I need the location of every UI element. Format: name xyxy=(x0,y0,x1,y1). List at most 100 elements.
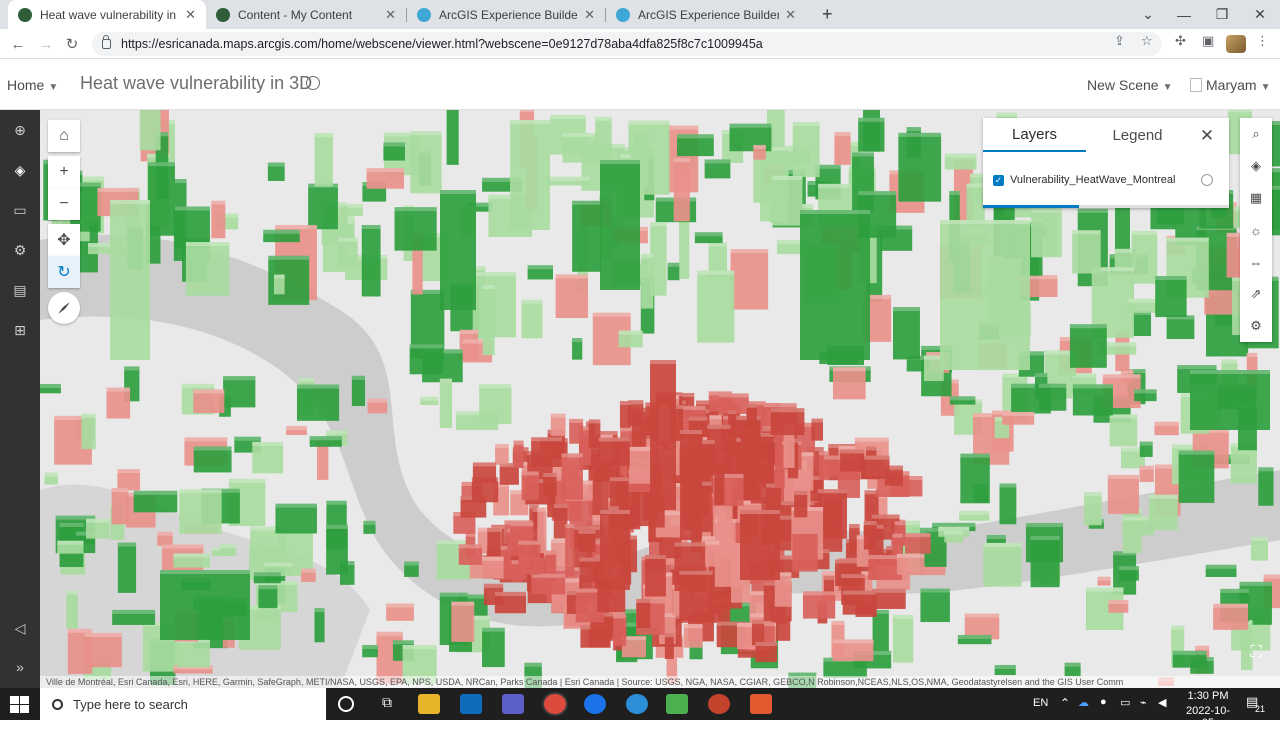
zoom-in-icon[interactable]: + xyxy=(48,156,80,188)
layers-icon[interactable]: ◈ xyxy=(8,158,32,182)
rotate-icon[interactable]: ↻ xyxy=(48,256,80,288)
powerpoint-icon[interactable] xyxy=(708,694,730,714)
close-window-icon[interactable]: ✕ xyxy=(1242,0,1278,29)
browser-menu-icon[interactable]: ⋮ xyxy=(1256,33,1269,49)
building-roof xyxy=(275,225,317,230)
building-roof xyxy=(636,598,651,603)
compass-icon[interactable] xyxy=(48,292,80,324)
home-menu[interactable]: Home ▼ xyxy=(7,77,58,93)
bookmark-star-icon[interactable]: ☆ xyxy=(1141,33,1153,49)
microphone-icon[interactable]: ● xyxy=(1100,696,1107,708)
battery-icon[interactable]: ▭ xyxy=(1120,696,1130,709)
tab-legend[interactable]: Legend xyxy=(1086,118,1189,152)
slides-icon[interactable]: ▭ xyxy=(8,198,32,222)
browser-tab-2[interactable]: ArcGIS Experience Builder ✕ xyxy=(407,0,605,29)
building-roof xyxy=(704,159,731,164)
language-indicator[interactable]: EN xyxy=(1033,697,1048,709)
zoom-out-icon[interactable]: − xyxy=(48,188,80,220)
clock-date[interactable]: 2022-10-05 xyxy=(1180,705,1236,729)
network-icon[interactable]: ⌁ xyxy=(1140,696,1147,709)
outlook-icon[interactable] xyxy=(460,694,482,714)
teams-icon[interactable] xyxy=(502,694,524,714)
layer-options-icon[interactable] xyxy=(1201,174,1213,186)
settings-gear-icon[interactable]: ⚙ xyxy=(8,238,32,262)
building-roof xyxy=(680,430,702,434)
reload-icon[interactable]: ↻ xyxy=(62,34,82,54)
tab-layers[interactable]: Layers xyxy=(983,118,1086,152)
tab-close-icon[interactable]: ✕ xyxy=(584,7,595,23)
close-icon[interactable]: ✕ xyxy=(1195,124,1219,148)
new-scene-menu[interactable]: New Scene ▼ xyxy=(1087,77,1173,93)
building-block xyxy=(117,542,137,593)
save-icon[interactable]: ▤ xyxy=(8,278,32,302)
building-roof xyxy=(521,299,543,304)
cortana-icon[interactable] xyxy=(338,696,354,712)
building-block xyxy=(1084,492,1102,526)
app-blue-icon[interactable] xyxy=(584,694,606,714)
feedback-megaphone-icon[interactable]: ◁ xyxy=(8,616,32,640)
measure-icon[interactable]: ⇔ xyxy=(1244,250,1268,274)
building-roof xyxy=(1220,588,1250,593)
daylight-icon[interactable]: ☼ xyxy=(1244,218,1268,242)
basemap-gallery-icon[interactable]: ▦ xyxy=(1244,186,1268,210)
back-arrow-icon[interactable]: ← xyxy=(8,34,28,54)
tab-close-icon[interactable]: ✕ xyxy=(385,7,396,23)
side-panel-icon[interactable]: ▣ xyxy=(1202,33,1214,49)
building-roof xyxy=(275,503,317,508)
camtasia-icon[interactable] xyxy=(666,694,688,714)
onedrive-icon[interactable]: ☁ xyxy=(1078,696,1089,709)
clock-time[interactable]: 1:30 PM xyxy=(1186,690,1230,702)
taskbar-search-input[interactable]: Type here to search xyxy=(40,688,326,720)
minimize-icon[interactable]: — xyxy=(1166,0,1202,29)
windows-start-icon[interactable] xyxy=(8,694,30,714)
browser-tab-1[interactable]: Content - My Content ✕ xyxy=(206,0,406,29)
pan-icon[interactable]: ✥ xyxy=(48,224,80,256)
maximize-icon[interactable]: ❐ xyxy=(1204,0,1240,29)
building-block xyxy=(510,120,550,230)
building-roof xyxy=(299,377,315,382)
building-roof xyxy=(920,588,950,593)
share-icon[interactable]: ⇗ xyxy=(1244,282,1268,306)
chrome-icon[interactable] xyxy=(544,694,566,714)
fullscreen-icon[interactable]: ⛶ xyxy=(1242,640,1270,666)
building-roof xyxy=(66,590,78,595)
browser-profile-avatar[interactable] xyxy=(1226,35,1246,53)
forward-arrow-icon[interactable]: → xyxy=(36,34,56,54)
building-roof xyxy=(174,179,187,184)
browser-tab-3[interactable]: ArcGIS Experience Builder ✕ xyxy=(606,0,806,29)
add-layers-icon[interactable]: ⊕ xyxy=(8,118,32,142)
layers-list-icon[interactable]: ◈ xyxy=(1244,154,1268,178)
file-explorer-icon[interactable] xyxy=(418,694,440,714)
tray-chevron-icon[interactable]: ⌃ xyxy=(1060,696,1070,710)
task-view-icon[interactable]: ⧉ xyxy=(376,694,398,714)
building-roof xyxy=(863,521,877,526)
building-roof xyxy=(1213,603,1249,608)
search-icon[interactable]: ⌕ xyxy=(1244,122,1268,146)
browser-tab-0[interactable]: Heat wave vulnerability in 3D ✕ xyxy=(8,0,206,29)
building-roof xyxy=(1221,359,1238,364)
tab-close-icon[interactable]: ✕ xyxy=(785,7,796,23)
building-block xyxy=(139,110,161,151)
tab-search-chevron-icon[interactable]: ⌄ xyxy=(1130,0,1166,29)
share-icon[interactable]: ⇪ xyxy=(1114,33,1125,49)
url-field[interactable]: https://esricanada.maps.arcgis.com/home/… xyxy=(92,32,1162,56)
internet-explorer-icon[interactable] xyxy=(626,694,648,714)
volume-icon[interactable]: ◀ xyxy=(1158,696,1166,709)
expand-rail-icon[interactable]: » xyxy=(8,655,32,679)
apps-grid-icon[interactable]: ⊞ xyxy=(8,318,32,342)
building-block xyxy=(892,614,914,663)
user-menu[interactable]: Maryam ▼ xyxy=(1190,77,1270,93)
extensions-puzzle-icon[interactable]: ✣ xyxy=(1175,33,1186,49)
home-view-icon[interactable]: ⌂ xyxy=(48,120,80,152)
building-roof xyxy=(1148,494,1178,499)
layer-item[interactable]: ✓ Vulnerability_HeatWave_Montreal xyxy=(993,174,1176,186)
building-roof xyxy=(619,401,632,406)
layer-visibility-checkbox[interactable]: ✓ xyxy=(993,174,1004,186)
recorder-icon[interactable] xyxy=(750,694,772,714)
building-roof xyxy=(286,425,307,430)
tab-close-icon[interactable]: ✕ xyxy=(185,7,196,23)
scene-settings-icon[interactable]: ⚙ xyxy=(1244,314,1268,338)
share-globe-icon[interactable] xyxy=(306,76,320,90)
building-roof xyxy=(309,436,342,441)
new-tab-button[interactable]: + xyxy=(812,0,834,29)
